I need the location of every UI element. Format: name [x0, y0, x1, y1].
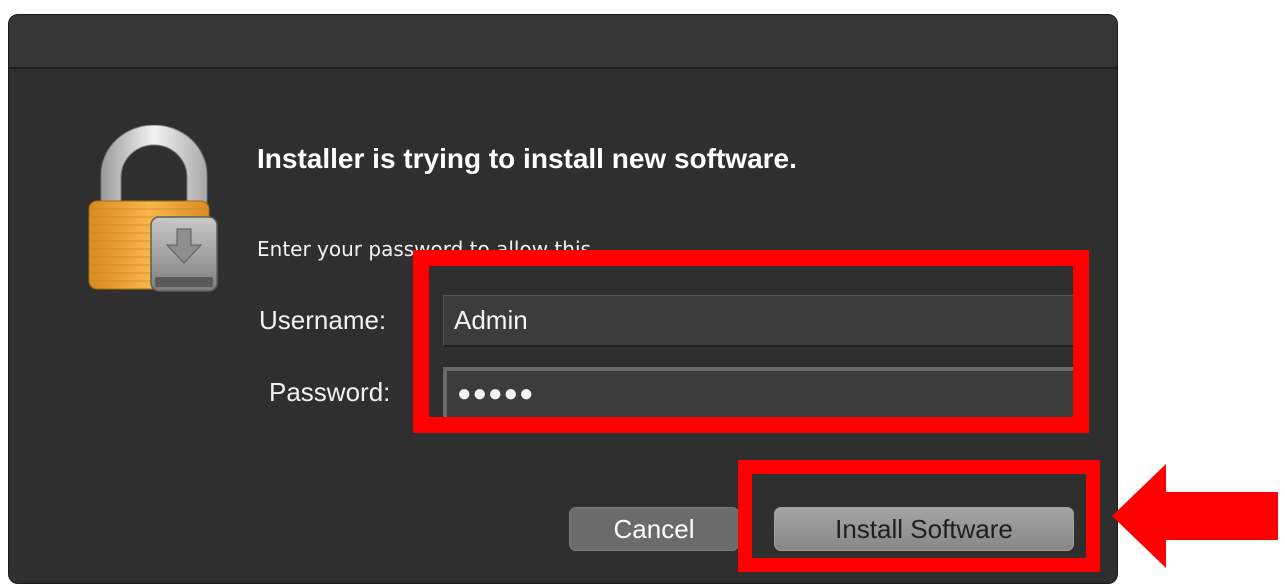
username-label: Username: [259, 305, 387, 335]
password-label: Password: [269, 377, 391, 407]
cancel-button[interactable]: Cancel [569, 507, 739, 551]
dialog-titlebar [9, 15, 1117, 69]
install-software-button[interactable]: Install Software [774, 507, 1074, 551]
password-field[interactable]: ●●●●● [443, 367, 1077, 423]
authentication-dialog: Installer is trying to install new softw… [8, 14, 1118, 584]
lock-with-installer-disk-icon [88, 125, 218, 292]
dialog-heading: Installer is trying to install new softw… [257, 143, 797, 174]
screenshot-canvas: Installer is trying to install new softw… [0, 0, 1285, 587]
left-arrow-icon [1112, 464, 1278, 568]
username-field[interactable]: Admin [443, 295, 1077, 347]
dialog-subtext: Enter your password to allow this. [257, 237, 598, 261]
